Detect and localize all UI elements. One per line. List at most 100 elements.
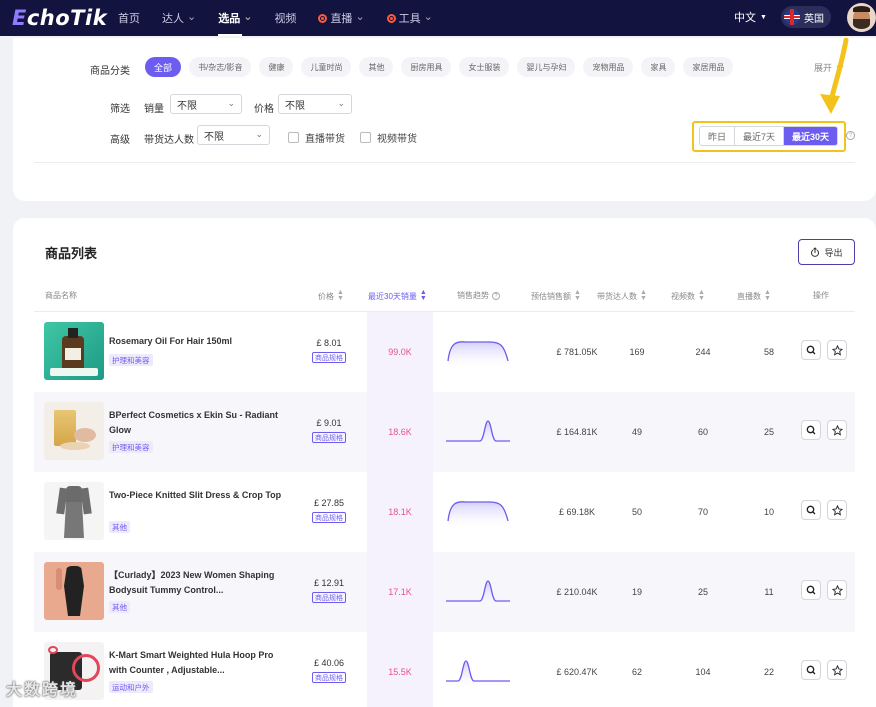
product-name[interactable]: 【Curlady】2023 New Women Shaping Bodysuit…	[109, 568, 284, 598]
product-price: £ 40.06	[313, 658, 345, 668]
user-avatar[interactable]	[847, 3, 876, 32]
category-chip[interactable]: 厨房用具	[401, 57, 452, 77]
product-thumbnail[interactable]	[44, 402, 104, 460]
language-switch[interactable]: 中文 ▼	[734, 9, 767, 25]
sales-filter-label: 销量	[144, 104, 164, 115]
product-name[interactable]: K-Mart Smart Weighted Hula Hoop Pro with…	[109, 648, 284, 678]
col-revenue[interactable]: 预估销售额 ▲ ▼	[531, 289, 581, 302]
category-chip[interactable]: 家具	[641, 57, 676, 77]
category-chip[interactable]: 女士服装	[459, 57, 510, 77]
favorite-button[interactable]	[827, 420, 847, 440]
revenue-value: £ 781.05K	[556, 347, 598, 357]
chevron-down-icon: ⌄	[337, 98, 345, 108]
search-button[interactable]	[801, 500, 821, 520]
influencer-count-value: 19	[631, 587, 642, 597]
product-spec-button[interactable]: 商品规格	[312, 352, 346, 363]
category-chip[interactable]: 健康	[259, 57, 294, 77]
product-thumbnail[interactable]	[44, 482, 104, 540]
caret-down-icon: ▼	[760, 13, 767, 21]
product-thumbnail[interactable]	[44, 322, 104, 380]
category-chip[interactable]: 家居用品	[683, 57, 734, 77]
chevron-down-icon: ⌄	[355, 10, 365, 23]
product-thumbnail[interactable]	[44, 562, 104, 620]
search-button[interactable]	[801, 660, 821, 680]
product-name[interactable]: Two-Piece Knitted Slit Dress & Crop Top	[109, 488, 284, 503]
uk-flag-icon	[784, 9, 800, 25]
date-option[interactable]: 最近7天	[735, 127, 785, 145]
sales-select[interactable]: 不限 ⌄	[170, 94, 242, 114]
video-count-value: 25	[697, 587, 708, 597]
col-lives[interactable]: 直播数 ▲ ▼	[737, 289, 771, 302]
date-option[interactable]: 最近30天	[784, 127, 838, 145]
table-row[interactable]: K-Mart Smart Weighted Hula Hoop Pro with…	[34, 632, 855, 707]
col-influencers[interactable]: 带货达人数 ▲ ▼	[597, 289, 647, 302]
nav-item-1[interactable]: 达人 ⌄	[162, 0, 196, 36]
favorite-button[interactable]	[827, 500, 847, 520]
watermark-text: 大数跨境	[6, 682, 79, 699]
help-icon[interactable]: ?	[492, 291, 500, 300]
live-checkbox-label: 直播带货	[305, 134, 345, 145]
nav-item-4[interactable]: 直播 ⌄	[318, 0, 365, 36]
influencer-count-select[interactable]: 不限 ⌄	[197, 125, 270, 145]
search-button[interactable]	[801, 580, 821, 600]
video-checkbox[interactable]: 视频带货	[360, 130, 417, 145]
sales-30d-value: 99.0K	[367, 312, 433, 392]
search-button[interactable]	[801, 420, 821, 440]
col-videos[interactable]: 视频数 ▲ ▼	[671, 289, 705, 302]
influencer-count-label: 带货达人数	[144, 135, 194, 146]
table-row[interactable]: Rosemary Oil For Hair 150ml 护理和美容 £ 8.01 商品…	[34, 312, 855, 392]
revenue-value: £ 69.18K	[558, 507, 596, 517]
col-price-label: 价格	[318, 291, 334, 301]
favorite-button[interactable]	[827, 660, 847, 680]
product-name[interactable]: BPerfect Cosmetics x Ekin Su - Radiant G…	[109, 408, 284, 438]
product-spec-button[interactable]: 商品规格	[312, 592, 346, 603]
nav-item-0[interactable]: 首页	[118, 0, 140, 36]
date-option[interactable]: 昨日	[700, 127, 736, 145]
table-row[interactable]: 【Curlady】2023 New Women Shaping Bodysuit…	[34, 552, 855, 632]
product-spec-button[interactable]: 商品规格	[312, 672, 346, 683]
col-sales-trend: 销售趋势?	[457, 290, 500, 301]
country-switch[interactable]: 英国	[781, 6, 831, 28]
sort-icon: ▲ ▼	[640, 289, 647, 302]
product-list-card: 商品列表 导出 商品名称 价格 ▲ ▼ 最近30天销量 ▲ ▼ 销售趋势? 预估销售额 ▲…	[13, 218, 876, 707]
echotik-logo[interactable]: EchoTik	[12, 6, 107, 30]
product-name[interactable]: Rosemary Oil For Hair 150ml	[109, 334, 284, 349]
help-icon[interactable]: ?	[846, 131, 855, 140]
chevron-down-icon: ⌄	[423, 10, 433, 23]
advanced-label: 高级	[110, 135, 130, 146]
col-price[interactable]: 价格 ▲ ▼	[318, 289, 344, 302]
nav-item-5[interactable]: 工具 ⌄	[386, 0, 433, 36]
table-row[interactable]: BPerfect Cosmetics x Ekin Su - Radiant G…	[34, 392, 855, 472]
logo-text: choTik	[26, 6, 108, 30]
table-row[interactable]: Two-Piece Knitted Slit Dress & Crop Top 其…	[34, 472, 855, 552]
nav-item-3[interactable]: 视频	[274, 0, 296, 36]
category-chip[interactable]: 其他	[359, 57, 394, 77]
revenue-value: £ 210.04K	[556, 587, 598, 597]
sales-trend-sparkline	[446, 580, 510, 607]
category-chip[interactable]: 儿童时尚	[301, 57, 352, 77]
sales-30d-value: 18.6K	[367, 392, 433, 472]
live-count-value: 10	[763, 507, 774, 517]
chevron-down-icon: ⌄	[243, 10, 253, 23]
col-product-name: 商品名称	[45, 290, 77, 301]
category-chip[interactable]: 宠物用品	[583, 57, 634, 77]
category-label: 商品分类	[90, 66, 130, 77]
live-checkbox[interactable]: 直播带货	[288, 130, 345, 145]
nav-item-2[interactable]: 选品 ⌄	[218, 0, 252, 36]
export-button[interactable]: 导出	[798, 239, 855, 265]
price-select[interactable]: 不限 ⌄	[278, 94, 352, 114]
category-chip[interactable]: 婴儿与孕妇	[517, 57, 576, 77]
col-sales-30d[interactable]: 最近30天销量 ▲ ▼	[368, 289, 427, 302]
video-checkbox-label: 视频带货	[377, 134, 417, 145]
product-spec-button[interactable]: 商品规格	[312, 512, 346, 523]
star-icon	[831, 344, 843, 356]
influencer-count-value: 62	[631, 667, 642, 677]
sales-30d-value: 17.1K	[367, 552, 433, 632]
category-chip[interactable]: 全部	[145, 57, 182, 77]
search-button[interactable]	[801, 340, 821, 360]
product-spec-button[interactable]: 商品规格	[312, 432, 346, 443]
favorite-button[interactable]	[827, 340, 847, 360]
category-chip[interactable]: 书/杂志/影音	[189, 57, 252, 77]
favorite-button[interactable]	[827, 580, 847, 600]
product-price: £ 9.01	[316, 418, 342, 428]
